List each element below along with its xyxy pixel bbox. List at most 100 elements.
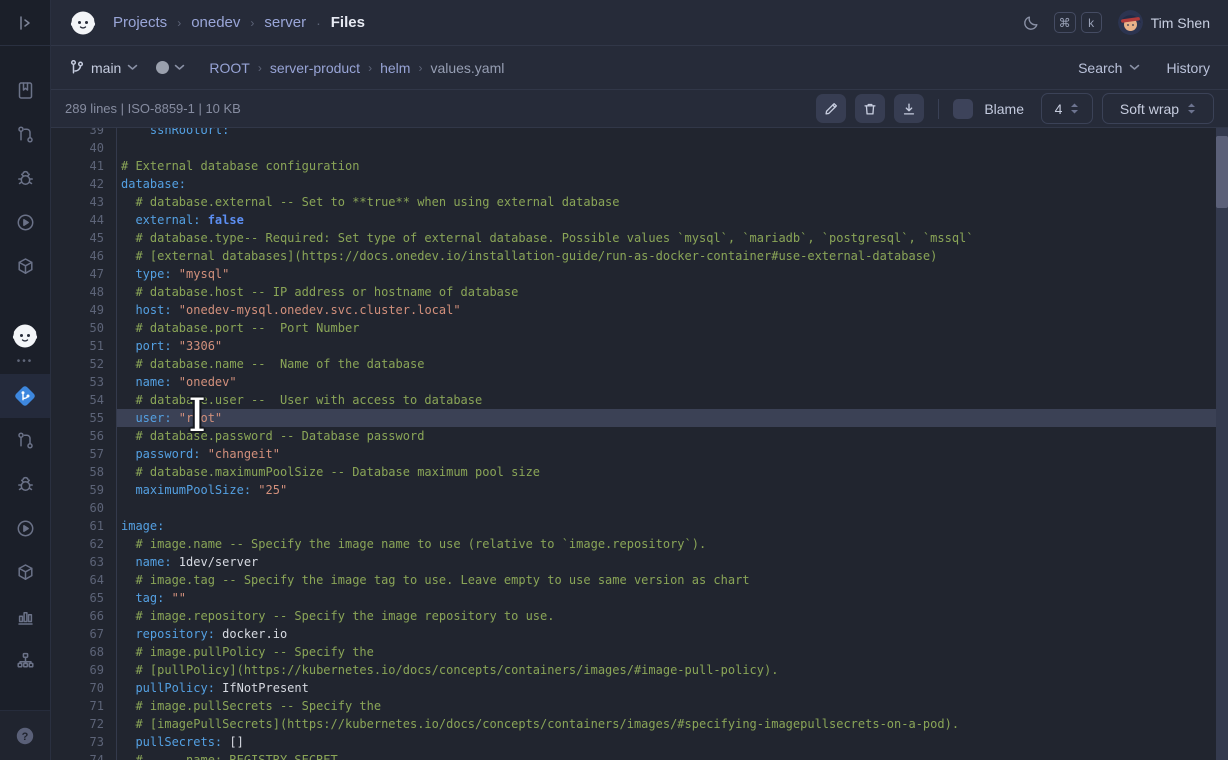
line-number[interactable]: 41 xyxy=(51,157,117,175)
code-line[interactable]: 51 port: "3306" xyxy=(51,337,1228,355)
branch-selector[interactable]: main xyxy=(69,59,138,76)
breadcrumb-projects[interactable]: Projects xyxy=(113,14,167,31)
breadcrumb-onedev[interactable]: onedev xyxy=(191,14,240,31)
line-number[interactable]: 53 xyxy=(51,373,117,391)
code-line[interactable]: 41# External database configuration xyxy=(51,157,1228,175)
code-line[interactable]: 72 # [imagePullSecrets](https://kubernet… xyxy=(51,715,1228,733)
code-line[interactable]: 58 # database.maximumPoolSize -- Databas… xyxy=(51,463,1228,481)
line-number[interactable]: 62 xyxy=(51,535,117,553)
sidebar-item-project-builds[interactable] xyxy=(0,506,50,550)
code-line[interactable]: 45 # database.type-- Required: Set type … xyxy=(51,229,1228,247)
search-dropdown[interactable]: Search xyxy=(1078,60,1140,76)
code-line[interactable]: 62 # image.name -- Specify the image nam… xyxy=(51,535,1228,553)
line-number[interactable]: 67 xyxy=(51,625,117,643)
line-number[interactable]: 46 xyxy=(51,247,117,265)
code-line[interactable]: 69 # [pullPolicy](https://kubernetes.io/… xyxy=(51,661,1228,679)
blame-checkbox[interactable] xyxy=(953,99,973,119)
code-line[interactable]: 59 maximumPoolSize: "25" xyxy=(51,481,1228,499)
sidebar-item-project-pull-requests[interactable] xyxy=(0,418,50,462)
code-line[interactable]: 57 password: "changeit" xyxy=(51,445,1228,463)
line-number[interactable]: 43 xyxy=(51,193,117,211)
line-number[interactable]: 42 xyxy=(51,175,117,193)
code-line[interactable]: 49 host: "onedev-mysql.onedev.svc.cluste… xyxy=(51,301,1228,319)
download-file-button[interactable] xyxy=(894,94,924,123)
line-number[interactable]: 60 xyxy=(51,499,117,517)
line-number[interactable]: 51 xyxy=(51,337,117,355)
code-line[interactable]: 63 name: 1dev/server xyxy=(51,553,1228,571)
line-number[interactable]: 44 xyxy=(51,211,117,229)
code-line[interactable]: 52 # database.name -- Name of the databa… xyxy=(51,355,1228,373)
code-line[interactable]: 53 name: "onedev" xyxy=(51,373,1228,391)
sidebar-item-project-stats[interactable] xyxy=(0,594,50,638)
more-projects-button[interactable]: ••• xyxy=(17,356,34,370)
help-button[interactable]: ? xyxy=(0,710,50,760)
line-number[interactable]: 55 xyxy=(51,409,117,427)
code-line[interactable]: 73 pullSecrets: [] xyxy=(51,733,1228,751)
code-line[interactable]: 40 xyxy=(51,139,1228,157)
code-line[interactable]: 64 # image.tag -- Specify the image tag … xyxy=(51,571,1228,589)
line-number[interactable]: 61 xyxy=(51,517,117,535)
line-number[interactable]: 50 xyxy=(51,319,117,337)
line-number[interactable]: 65 xyxy=(51,589,117,607)
command-palette-shortcut[interactable]: ⌘ k xyxy=(1054,12,1102,33)
code-line[interactable]: 42database: xyxy=(51,175,1228,193)
breadcrumb-server[interactable]: server xyxy=(264,14,306,31)
code-line[interactable]: 66 # image.repository -- Specify the ima… xyxy=(51,607,1228,625)
tab-size-stepper[interactable]: 4 xyxy=(1041,93,1093,124)
line-number[interactable]: 68 xyxy=(51,643,117,661)
edit-file-button[interactable] xyxy=(816,94,846,123)
code-line[interactable]: 56 # database.password -- Database passw… xyxy=(51,427,1228,445)
scrollbar-track[interactable] xyxy=(1216,128,1228,760)
commit-status-dropdown[interactable] xyxy=(156,61,185,74)
code-line[interactable]: 44 external: false xyxy=(51,211,1228,229)
line-number[interactable]: 47 xyxy=(51,265,117,283)
code-line[interactable]: 61image: xyxy=(51,517,1228,535)
history-button[interactable]: History xyxy=(1166,60,1210,76)
sidebar-item-pull-requests[interactable] xyxy=(0,112,50,156)
line-number[interactable]: 39 xyxy=(51,128,117,139)
path-server-product[interactable]: server-product xyxy=(270,60,360,76)
sidebar-item-docs[interactable] xyxy=(0,68,50,112)
onedev-logo-icon[interactable] xyxy=(69,9,97,37)
sidebar-item-builds[interactable] xyxy=(0,200,50,244)
line-number[interactable]: 64 xyxy=(51,571,117,589)
code-line[interactable]: 48 # database.host -- IP address or host… xyxy=(51,283,1228,301)
line-number[interactable]: 71 xyxy=(51,697,117,715)
code-line[interactable]: 43 # database.external -- Set to **true*… xyxy=(51,193,1228,211)
line-number[interactable]: 72 xyxy=(51,715,117,733)
expand-sidebar-button[interactable] xyxy=(0,0,50,46)
code-line[interactable]: 74 # - name: REGISTRY_SECRET xyxy=(51,751,1228,760)
sidebar-item-issues[interactable] xyxy=(0,156,50,200)
sidebar-item-project-hierarchy[interactable] xyxy=(0,638,50,682)
path-root[interactable]: ROOT xyxy=(209,60,249,76)
path-helm[interactable]: helm xyxy=(380,60,410,76)
user-menu[interactable]: Tim Shen xyxy=(1118,10,1210,35)
line-number[interactable]: 40 xyxy=(51,139,117,157)
line-number[interactable]: 63 xyxy=(51,553,117,571)
line-number[interactable]: 74 xyxy=(51,751,117,760)
line-number[interactable]: 59 xyxy=(51,481,117,499)
line-number[interactable]: 70 xyxy=(51,679,117,697)
scrollbar-thumb[interactable] xyxy=(1216,136,1228,208)
line-number[interactable]: 54 xyxy=(51,391,117,409)
sidebar-item-packages[interactable] xyxy=(0,244,50,288)
code-line[interactable]: 47 type: "mysql" xyxy=(51,265,1228,283)
code-line[interactable]: 70 pullPolicy: IfNotPresent xyxy=(51,679,1228,697)
line-number[interactable]: 57 xyxy=(51,445,117,463)
code-line[interactable]: 55 user: "root" xyxy=(51,409,1228,427)
project-avatar[interactable] xyxy=(11,322,39,350)
line-number[interactable]: 66 xyxy=(51,607,117,625)
line-number[interactable]: 52 xyxy=(51,355,117,373)
line-number[interactable]: 58 xyxy=(51,463,117,481)
code-line[interactable]: 39 sshRootUrl: xyxy=(51,128,1228,139)
code-line[interactable]: 60 xyxy=(51,499,1228,517)
line-number[interactable]: 48 xyxy=(51,283,117,301)
dark-mode-toggle[interactable] xyxy=(1022,14,1040,32)
line-number[interactable]: 69 xyxy=(51,661,117,679)
code-line[interactable]: 46 # [external databases](https://docs.o… xyxy=(51,247,1228,265)
code-line[interactable]: 50 # database.port -- Port Number xyxy=(51,319,1228,337)
line-number[interactable]: 73 xyxy=(51,733,117,751)
code-line[interactable]: 54 # database.user -- User with access t… xyxy=(51,391,1228,409)
code-line[interactable]: 68 # image.pullPolicy -- Specify the xyxy=(51,643,1228,661)
sidebar-item-project-packages[interactable] xyxy=(0,550,50,594)
